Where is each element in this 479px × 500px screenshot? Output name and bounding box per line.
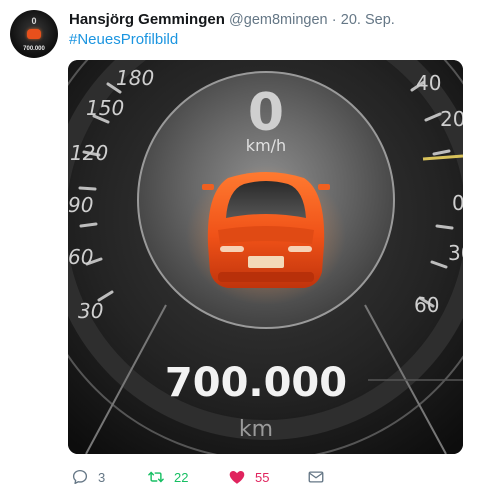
tweet-header: Hansjörg Gemmingen @gem8mingen · 20. Sep… (69, 11, 395, 29)
speedometer-photo: 0 km/h 180 150 120 90 60 30 40 20 0 30 6… (68, 60, 463, 454)
dial-label: 120 (70, 141, 108, 165)
tweet-photo[interactable]: 0 km/h 180 150 120 90 60 30 40 20 0 30 6… (68, 60, 463, 454)
retweet-icon (148, 471, 164, 483)
dial-label: 150 (86, 96, 124, 120)
photo-speed: 0 (248, 83, 284, 143)
retweet-count: 22 (174, 469, 189, 485)
tweet: 0 700.000 Hansjörg Gemmingen @gem8mingen… (0, 0, 479, 500)
photo-speed-unit: km/h (246, 136, 286, 155)
dial-label: 20 (440, 107, 463, 131)
separator-dot: · (331, 12, 337, 28)
avatar-car-image (27, 29, 41, 39)
dial-label: 30 (78, 299, 103, 323)
tweet-actions: 3 22 55 (68, 466, 463, 488)
photo-odometer-unit: km (239, 417, 273, 442)
tweet-date[interactable]: 20. Sep. (341, 12, 395, 28)
reply-icon (72, 469, 88, 485)
photo-odometer: 700.000 (165, 360, 347, 406)
author-name[interactable]: Hansjörg Gemmingen (69, 11, 225, 28)
hashtag-link[interactable]: #NeuesProfilbild (69, 31, 178, 49)
dial-label: 60 (414, 293, 439, 317)
avatar-odometer: 700.000 (23, 46, 45, 52)
reply-button[interactable]: 3 (71, 466, 105, 488)
dial-label: 0 (452, 191, 463, 215)
avatar-speed: 0 (31, 16, 37, 26)
dial-label: 60 (68, 245, 93, 269)
author-handle[interactable]: @gem8mingen (229, 12, 328, 28)
retweet-button[interactable]: 22 (147, 466, 188, 488)
heart-icon (229, 471, 245, 484)
dial-label: 90 (68, 193, 93, 217)
dial-label: 30 (448, 241, 463, 265)
avatar[interactable]: 0 700.000 (10, 10, 58, 58)
dial-label: 40 (416, 71, 441, 95)
reply-count: 3 (98, 469, 106, 485)
like-count: 55 (255, 469, 270, 485)
direct-message-button[interactable] (307, 466, 325, 488)
mail-icon (308, 471, 324, 483)
like-button[interactable]: 55 (228, 466, 269, 488)
car-image (202, 172, 330, 288)
dial-label: 180 (116, 66, 154, 90)
